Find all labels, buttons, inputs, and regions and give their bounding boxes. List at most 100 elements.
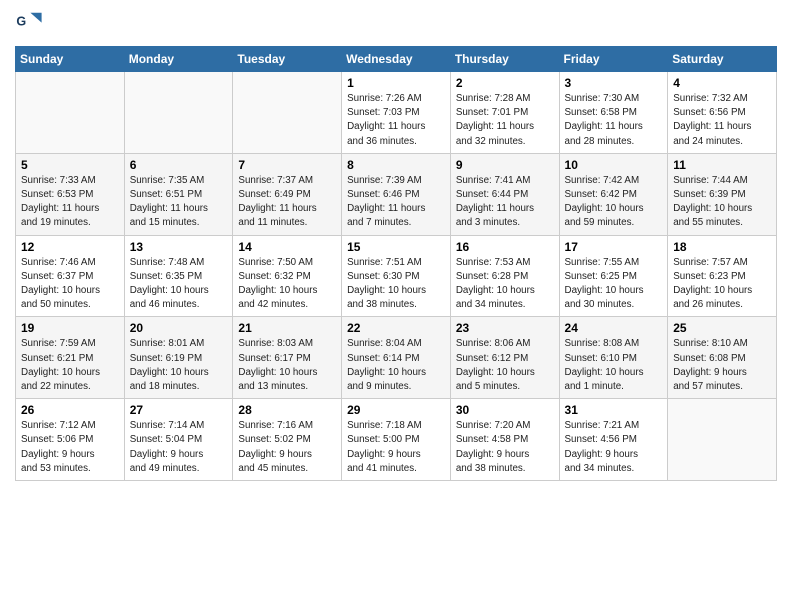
day-cell-2: 2 Sunrise: 7:28 AM Sunset: 7:01 PM Daylig… — [450, 72, 559, 154]
day-cell-16: 16Sunrise: 7:53 AM Sunset: 6:28 PM Dayli… — [450, 235, 559, 317]
day-cell-7: 7 Sunrise: 7:37 AM Sunset: 6:49 PM Daylig… — [233, 153, 342, 235]
day-info: Sunrise: 7:41 AM Sunset: 6:44 PM Dayligh… — [456, 174, 554, 231]
day-info: Sunrise: 8:10 AM Sunset: 6:08 PM Dayligh… — [673, 337, 771, 394]
week-row-4: 19 Sunrise: 7:59 AM Sunset: 6:21 PM Dayli… — [16, 317, 777, 399]
weekday-header-row: SundayMondayTuesdayWednesdayThursdayFrid… — [16, 47, 777, 72]
day-number: 14 — [238, 240, 336, 254]
day-info: Sunrise: 7:50 AM Sunset: 6:32 PM Dayligh… — [238, 256, 336, 313]
day-number: 6 — [130, 158, 228, 172]
day-number: 21 — [238, 321, 336, 335]
day-info: Sunrise: 7:53 AM Sunset: 6:28 PM Dayligh… — [456, 256, 554, 313]
empty-cell — [668, 399, 777, 481]
day-cell-13: 13 Sunrise: 7:48 AM Sunset: 6:35 PM Dayli… — [124, 235, 233, 317]
svg-text:G: G — [16, 14, 26, 28]
day-info: Sunrise: 7:37 AM Sunset: 6:49 PM Dayligh… — [238, 174, 336, 231]
logo: G — [15, 10, 47, 38]
day-number: 1 — [347, 76, 445, 90]
day-number: 2 — [456, 76, 554, 90]
day-number: 5 — [21, 158, 119, 172]
day-number: 25 — [673, 321, 771, 335]
day-info: Sunrise: 7:30 AM Sunset: 6:58 PM Dayligh… — [565, 92, 663, 149]
day-cell-20: 20Sunrise: 8:01 AM Sunset: 6:19 PM Dayli… — [124, 317, 233, 399]
day-number: 11 — [673, 158, 771, 172]
day-cell-10: 10 Sunrise: 7:42 AM Sunset: 6:42 PM Dayli… — [559, 153, 668, 235]
day-info: Sunrise: 7:28 AM Sunset: 7:01 PM Dayligh… — [456, 92, 554, 149]
day-info: Sunrise: 7:21 AM Sunset: 4:56 PM Dayligh… — [565, 419, 663, 476]
day-cell-18: 18 Sunrise: 7:57 AM Sunset: 6:23 PM Dayli… — [668, 235, 777, 317]
day-info: Sunrise: 7:18 AM Sunset: 5:00 PM Dayligh… — [347, 419, 445, 476]
day-cell-30: 30 Sunrise: 7:20 AM Sunset: 4:58 PM Dayli… — [450, 399, 559, 481]
day-info: Sunrise: 8:01 AM Sunset: 6:19 PM Dayligh… — [130, 337, 228, 394]
day-cell-22: 22Sunrise: 8:04 AM Sunset: 6:14 PM Dayli… — [342, 317, 451, 399]
day-number: 7 — [238, 158, 336, 172]
day-info: Sunrise: 7:59 AM Sunset: 6:21 PM Dayligh… — [21, 337, 119, 394]
page-container: G SundayMondayTuesdayWednesdayThursdayFr… — [0, 0, 792, 486]
header: G — [15, 10, 777, 38]
day-cell-4: 4Sunrise: 7:32 AM Sunset: 6:56 PM Daylig… — [668, 72, 777, 154]
day-info: Sunrise: 7:48 AM Sunset: 6:35 PM Dayligh… — [130, 256, 228, 313]
day-number: 29 — [347, 403, 445, 417]
day-info: Sunrise: 8:06 AM Sunset: 6:12 PM Dayligh… — [456, 337, 554, 394]
day-info: Sunrise: 7:33 AM Sunset: 6:53 PM Dayligh… — [21, 174, 119, 231]
weekday-header-wednesday: Wednesday — [342, 47, 451, 72]
day-info: Sunrise: 7:16 AM Sunset: 5:02 PM Dayligh… — [238, 419, 336, 476]
day-info: Sunrise: 7:35 AM Sunset: 6:51 PM Dayligh… — [130, 174, 228, 231]
day-cell-6: 6 Sunrise: 7:35 AM Sunset: 6:51 PM Daylig… — [124, 153, 233, 235]
day-info: Sunrise: 7:26 AM Sunset: 7:03 PM Dayligh… — [347, 92, 445, 149]
day-cell-29: 29 Sunrise: 7:18 AM Sunset: 5:00 PM Dayli… — [342, 399, 451, 481]
day-number: 30 — [456, 403, 554, 417]
day-number: 17 — [565, 240, 663, 254]
day-cell-31: 31 Sunrise: 7:21 AM Sunset: 4:56 PM Dayli… — [559, 399, 668, 481]
day-cell-25: 25 Sunrise: 8:10 AM Sunset: 6:08 PM Dayli… — [668, 317, 777, 399]
day-info: Sunrise: 8:04 AM Sunset: 6:14 PM Dayligh… — [347, 337, 445, 394]
day-info: Sunrise: 7:57 AM Sunset: 6:23 PM Dayligh… — [673, 256, 771, 313]
day-number: 18 — [673, 240, 771, 254]
empty-cell — [233, 72, 342, 154]
day-cell-14: 14 Sunrise: 7:50 AM Sunset: 6:32 PM Dayli… — [233, 235, 342, 317]
weekday-header-saturday: Saturday — [668, 47, 777, 72]
day-cell-15: 15 Sunrise: 7:51 AM Sunset: 6:30 PM Dayli… — [342, 235, 451, 317]
day-info: Sunrise: 7:12 AM Sunset: 5:06 PM Dayligh… — [21, 419, 119, 476]
day-info: Sunrise: 7:14 AM Sunset: 5:04 PM Dayligh… — [130, 419, 228, 476]
calendar: SundayMondayTuesdayWednesdayThursdayFrid… — [15, 46, 777, 481]
day-cell-19: 19 Sunrise: 7:59 AM Sunset: 6:21 PM Dayli… — [16, 317, 125, 399]
weekday-header-thursday: Thursday — [450, 47, 559, 72]
day-number: 27 — [130, 403, 228, 417]
day-number: 26 — [21, 403, 119, 417]
day-number: 13 — [130, 240, 228, 254]
day-cell-5: 5 Sunrise: 7:33 AM Sunset: 6:53 PM Daylig… — [16, 153, 125, 235]
day-number: 28 — [238, 403, 336, 417]
day-number: 10 — [565, 158, 663, 172]
day-cell-1: 1 Sunrise: 7:26 AM Sunset: 7:03 PM Daylig… — [342, 72, 451, 154]
week-row-5: 26 Sunrise: 7:12 AM Sunset: 5:06 PM Dayli… — [16, 399, 777, 481]
day-info: Sunrise: 8:08 AM Sunset: 6:10 PM Dayligh… — [565, 337, 663, 394]
day-info: Sunrise: 7:42 AM Sunset: 6:42 PM Dayligh… — [565, 174, 663, 231]
day-info: Sunrise: 7:51 AM Sunset: 6:30 PM Dayligh… — [347, 256, 445, 313]
day-cell-3: 3 Sunrise: 7:30 AM Sunset: 6:58 PM Daylig… — [559, 72, 668, 154]
day-number: 31 — [565, 403, 663, 417]
day-number: 23 — [456, 321, 554, 335]
day-number: 19 — [21, 321, 119, 335]
day-cell-28: 28 Sunrise: 7:16 AM Sunset: 5:02 PM Dayli… — [233, 399, 342, 481]
day-cell-17: 17 Sunrise: 7:55 AM Sunset: 6:25 PM Dayli… — [559, 235, 668, 317]
weekday-header-tuesday: Tuesday — [233, 47, 342, 72]
day-cell-12: 12Sunrise: 7:46 AM Sunset: 6:37 PM Dayli… — [16, 235, 125, 317]
day-cell-26: 26 Sunrise: 7:12 AM Sunset: 5:06 PM Dayli… — [16, 399, 125, 481]
day-cell-9: 9 Sunrise: 7:41 AM Sunset: 6:44 PM Daylig… — [450, 153, 559, 235]
day-cell-21: 21 Sunrise: 8:03 AM Sunset: 6:17 PM Dayli… — [233, 317, 342, 399]
day-number: 3 — [565, 76, 663, 90]
day-info: Sunrise: 7:32 AM Sunset: 6:56 PM Dayligh… — [673, 92, 771, 149]
empty-cell — [124, 72, 233, 154]
day-info: Sunrise: 8:03 AM Sunset: 6:17 PM Dayligh… — [238, 337, 336, 394]
day-cell-24: 24Sunrise: 8:08 AM Sunset: 6:10 PM Dayli… — [559, 317, 668, 399]
week-row-2: 5 Sunrise: 7:33 AM Sunset: 6:53 PM Daylig… — [16, 153, 777, 235]
empty-cell — [16, 72, 125, 154]
weekday-header-monday: Monday — [124, 47, 233, 72]
day-info: Sunrise: 7:55 AM Sunset: 6:25 PM Dayligh… — [565, 256, 663, 313]
weekday-header-friday: Friday — [559, 47, 668, 72]
day-info: Sunrise: 7:20 AM Sunset: 4:58 PM Dayligh… — [456, 419, 554, 476]
day-number: 9 — [456, 158, 554, 172]
day-number: 15 — [347, 240, 445, 254]
day-number: 8 — [347, 158, 445, 172]
day-info: Sunrise: 7:46 AM Sunset: 6:37 PM Dayligh… — [21, 256, 119, 313]
